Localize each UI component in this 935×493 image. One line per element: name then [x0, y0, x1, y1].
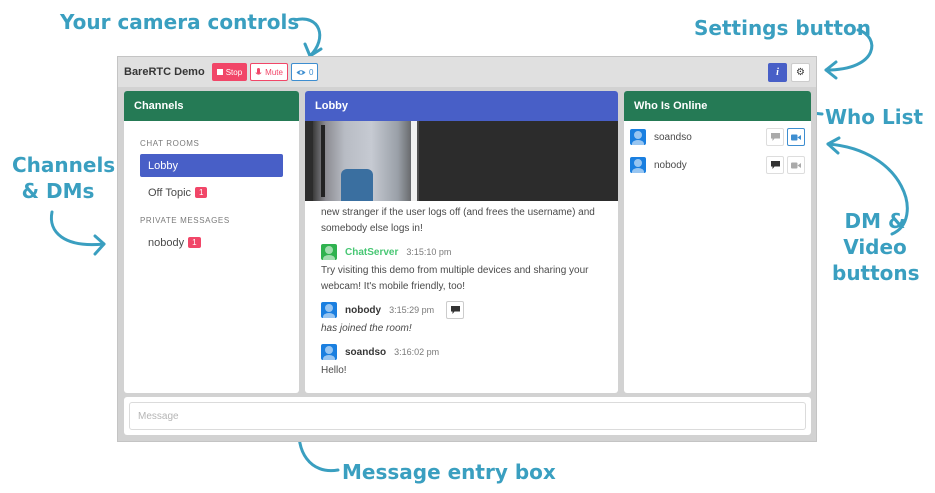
unread-badge: 1 — [188, 237, 201, 248]
chat-bubble-icon — [450, 306, 460, 314]
online-user-row: nobody — [624, 151, 811, 179]
info-button[interactable]: i — [768, 63, 787, 82]
annotation-message-entry: Message entry box — [342, 460, 556, 484]
chat-rooms-label: CHAT ROOMS — [140, 139, 200, 148]
annotation-dm-video-line3: buttons — [832, 261, 920, 285]
channel-item-off-topic[interactable]: Off Topic 1 — [140, 181, 283, 204]
lobby-header: Lobby — [305, 91, 618, 121]
top-bar: BareRTC Demo Stop Mute 0 i ⚙ — [118, 57, 816, 87]
who-online-panel: Who Is Online soandso nobody — [624, 91, 811, 393]
annotation-dm-video-line2: Video — [843, 235, 907, 259]
online-user-row: soandso — [624, 123, 811, 151]
message-input[interactable] — [129, 402, 806, 430]
avatar-icon — [630, 129, 646, 145]
message-box-container — [124, 397, 811, 435]
app-title: BareRTC Demo — [124, 66, 205, 78]
annotation-camera-controls: Your camera controls — [60, 10, 300, 34]
video-strip — [305, 121, 618, 201]
private-messages-label: PRIVATE MESSAGES — [140, 216, 230, 225]
arrow-channels-head — [93, 234, 106, 256]
app-window: BareRTC Demo Stop Mute 0 i ⚙ Channels CH… — [117, 56, 817, 442]
online-username[interactable]: soandso — [654, 132, 763, 143]
arrow-dm-video-head — [826, 136, 841, 155]
annotation-who-list: Who List — [825, 105, 924, 129]
dm-button[interactable] — [446, 301, 465, 319]
dm-button[interactable] — [766, 156, 784, 174]
video-edge — [411, 121, 417, 201]
mute-button[interactable]: Mute — [250, 63, 288, 81]
unread-badge: 1 — [195, 187, 208, 198]
info-icon: i — [776, 67, 779, 78]
watchers-button[interactable]: 0 — [290, 63, 319, 81]
avatar-icon — [321, 344, 337, 360]
message-text-partial: new stranger if the user logs off (and f… — [321, 207, 595, 234]
message-list: new stranger if the user logs off (and f… — [305, 205, 618, 379]
eye-icon — [296, 69, 306, 75]
who-online-header: Who Is Online — [624, 91, 811, 121]
channels-header: Channels — [124, 91, 299, 121]
message-timestamp: 3:15:29 pm — [389, 305, 435, 315]
video-camera-icon — [791, 162, 801, 168]
annotation-settings-button: Settings button — [694, 16, 872, 40]
microphone-icon — [255, 67, 262, 75]
message-header: ChatServer 3:15:10 pm — [321, 241, 602, 263]
webcam-video[interactable] — [313, 121, 419, 201]
lobby-panel: Lobby new stranger if the user logs off … — [305, 91, 618, 393]
channel-item-label: Lobby — [148, 159, 178, 172]
stop-button[interactable]: Stop — [211, 63, 248, 81]
dm-button[interactable] — [766, 128, 784, 146]
mute-label: Mute — [265, 67, 283, 77]
annotation-dm-video-line1: DM & — [844, 209, 906, 233]
chat-bubble-icon — [770, 133, 780, 141]
message-header: nobody 3:15:29 pm — [321, 299, 602, 321]
message-timestamp: 3:16:02 pm — [394, 347, 440, 357]
dm-item-nobody[interactable]: nobody 1 — [140, 231, 283, 254]
channel-item-label: Off Topic — [148, 186, 192, 199]
settings-button[interactable]: ⚙ — [791, 63, 810, 82]
online-username[interactable]: nobody — [654, 160, 763, 171]
stop-icon — [216, 69, 223, 75]
message-username[interactable]: ChatServer — [345, 247, 398, 258]
gear-icon: ⚙ — [796, 67, 805, 78]
dm-item-label: nobody — [148, 236, 185, 249]
message-username[interactable]: nobody — [345, 305, 381, 316]
chat-bubble-icon — [770, 161, 780, 169]
message-text: Try visiting this demo from multiple dev… — [321, 265, 589, 292]
watchers-count: 0 — [308, 67, 314, 77]
annotation-channels-line2: & DMs — [21, 179, 95, 203]
channels-panel: Channels CHAT ROOMS Lobby Off Topic 1 PR… — [124, 91, 299, 393]
message-username[interactable]: soandso — [345, 347, 386, 358]
arrow-settings-head — [824, 60, 838, 80]
message-header: soandso 3:16:02 pm — [321, 341, 602, 363]
avatar-icon — [321, 244, 337, 260]
annotation-channels-line1: Channels — [12, 153, 116, 177]
top-right-buttons: i ⚙ — [768, 63, 810, 82]
annotation-dm-video: DM & Video buttons — [832, 208, 920, 286]
avatar-icon — [321, 302, 337, 318]
arrow-camera-controls-head — [303, 42, 323, 58]
video-button[interactable] — [787, 156, 805, 174]
video-camera-icon — [791, 134, 801, 140]
video-window-frame — [321, 125, 325, 197]
stop-label: Stop — [225, 67, 243, 77]
annotation-channels-dms: Channels & DMs — [12, 152, 116, 204]
video-chair-shape — [341, 169, 373, 201]
avatar-icon — [630, 157, 646, 173]
arrow-channels — [49, 210, 106, 247]
message-text: Hello! — [321, 365, 347, 376]
message-timestamp: 3:15:10 pm — [406, 247, 452, 257]
message-text: has joined the room! — [321, 323, 412, 334]
video-button[interactable] — [787, 128, 805, 146]
channel-item-lobby[interactable]: Lobby — [140, 154, 283, 177]
